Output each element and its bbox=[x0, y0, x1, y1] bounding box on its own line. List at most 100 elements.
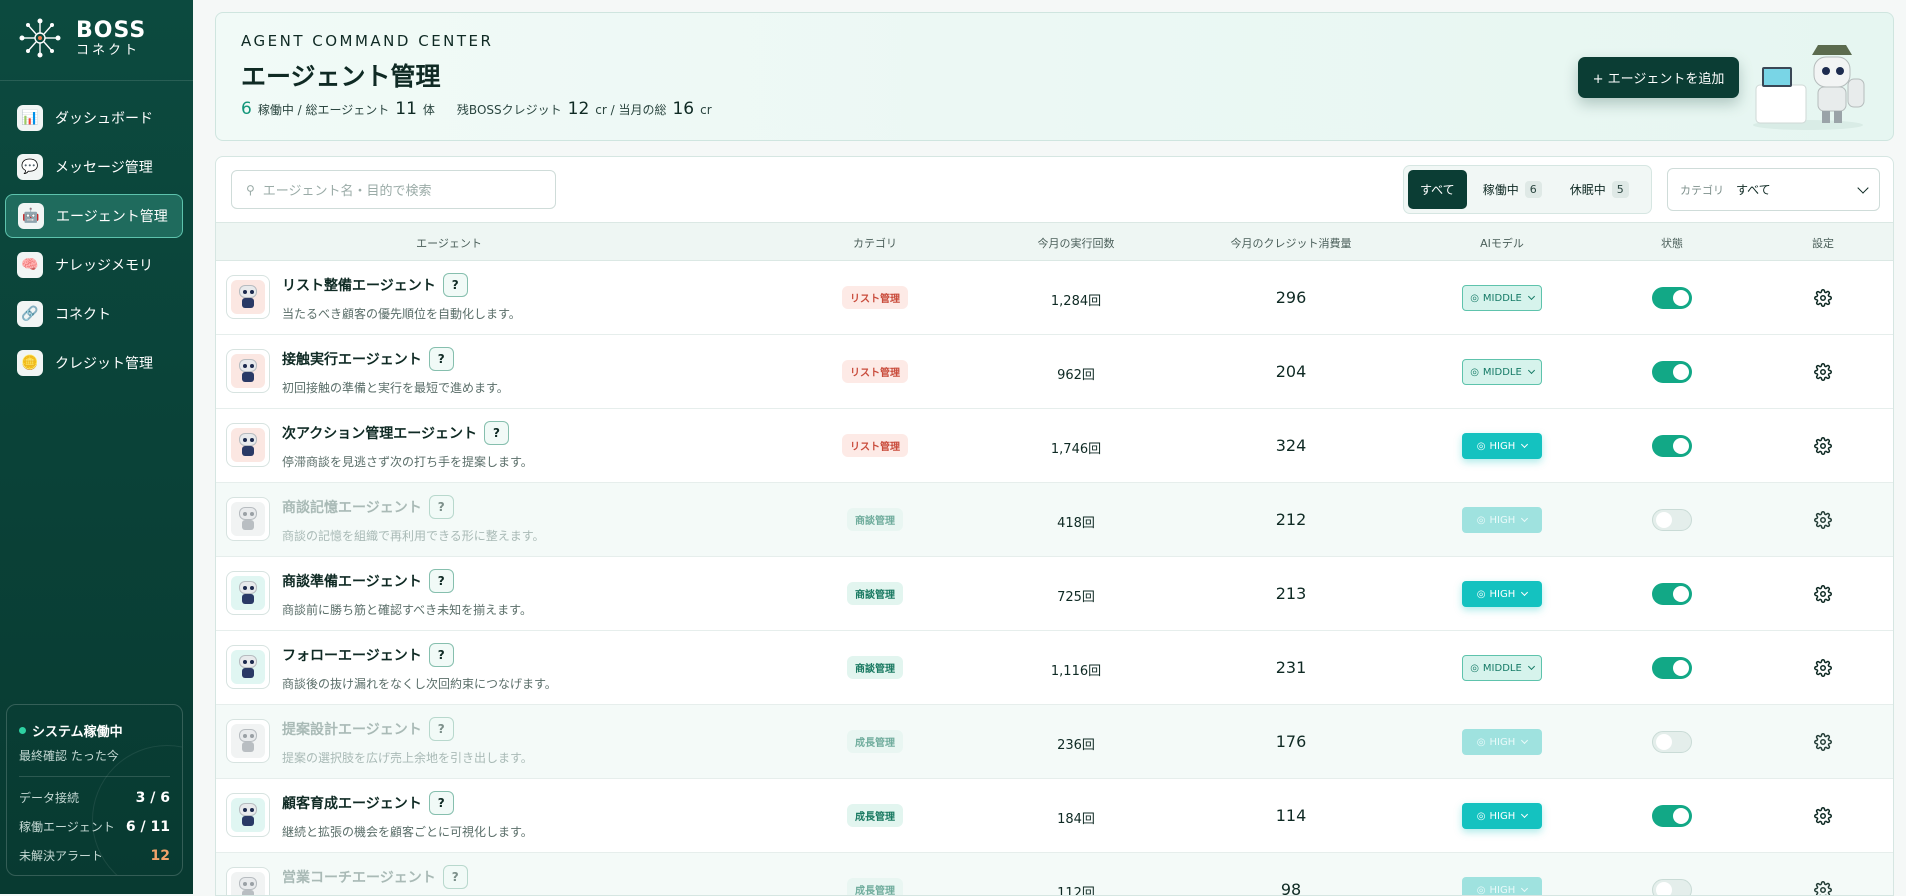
agent-summary: 6 稼働中 / 総エージェント 11 体 残BOSSクレジット 12 cr / … bbox=[241, 99, 712, 119]
column-header-model[interactable]: AIモデル bbox=[1480, 235, 1524, 251]
gear-icon[interactable] bbox=[1814, 511, 1832, 529]
help-icon[interactable]: ? bbox=[442, 865, 468, 889]
help-icon[interactable]: ? bbox=[428, 347, 454, 371]
table-row[interactable]: リスト整備エージェント? 当たるべき顧客の優先順位を自動化します。 リスト管理 1,2… bbox=[216, 261, 1893, 335]
table-row[interactable]: 商談準備エージェント? 商談前に勝ち筋と確認すべき未知を揃えます。 商談管理 725回… bbox=[216, 557, 1893, 631]
sidebar-item-dashboard[interactable]: 📊 ダッシュボード bbox=[5, 96, 183, 140]
decoration bbox=[92, 745, 182, 875]
gear-icon[interactable] bbox=[1814, 585, 1832, 603]
help-icon[interactable]: ? bbox=[428, 495, 454, 519]
status-toggle[interactable] bbox=[1652, 287, 1692, 309]
table-row[interactable]: 顧客育成エージェント? 継続と拡張の機会を顧客ごとに可視化します。 成長管理 184回… bbox=[216, 779, 1893, 853]
help-icon[interactable]: ? bbox=[428, 643, 454, 667]
sidebar-item-knowledge[interactable]: 🧠 ナレッジメモリ bbox=[5, 243, 183, 287]
filter-dormant[interactable]: 休眠中 5 bbox=[1558, 170, 1641, 209]
ai-model-select[interactable]: ◎ HIGH bbox=[1462, 803, 1542, 829]
monthly-credits: 212 bbox=[1275, 510, 1307, 529]
ai-model-select[interactable]: ◎ HIGH bbox=[1462, 433, 1542, 459]
ai-model-select[interactable]: ◎ HIGH bbox=[1462, 729, 1542, 755]
status-title: システム稼働中 bbox=[32, 725, 123, 740]
agent-name: 次アクション管理エージェント? bbox=[282, 421, 510, 445]
gear-icon[interactable] bbox=[1814, 659, 1832, 677]
agent-avatar bbox=[226, 497, 270, 541]
robot-icon bbox=[238, 729, 258, 753]
ai-model-select[interactable]: ◎ HIGH bbox=[1462, 581, 1542, 607]
status-toggle[interactable] bbox=[1652, 435, 1692, 457]
ai-model-value: HIGH bbox=[1489, 514, 1516, 526]
agent-name: フォローエージェント? bbox=[282, 643, 454, 667]
agent-description: 継続と拡張の機会を顧客ごとに可視化します。 bbox=[282, 825, 533, 839]
robot-icon bbox=[238, 581, 258, 605]
status-toggle[interactable] bbox=[1652, 509, 1692, 531]
monthly-credits: 296 bbox=[1275, 288, 1307, 307]
ai-model-value: MIDDLE bbox=[1482, 366, 1522, 378]
column-header-settings[interactable]: 設定 bbox=[1812, 235, 1834, 251]
help-icon[interactable]: ? bbox=[428, 717, 454, 741]
sidebar-item-label: エージェント管理 bbox=[56, 209, 168, 225]
status-toggle[interactable] bbox=[1652, 657, 1692, 679]
table-row[interactable]: 提案設計エージェント? 提案の選択肢を広げ売上余地を引き出します。 成長管理 236回… bbox=[216, 705, 1893, 779]
agent-name: 接触実行エージェント? bbox=[282, 347, 454, 371]
monthly-runs: 184回 bbox=[1057, 812, 1095, 827]
search-input[interactable]: ⚲ エージェント名・目的で検索 bbox=[231, 170, 556, 209]
sidebar-item-agents[interactable]: 🤖 エージェント管理 bbox=[5, 194, 183, 238]
status-toggle[interactable] bbox=[1652, 879, 1692, 895]
ai-model-value: HIGH bbox=[1489, 588, 1516, 600]
ai-model-select[interactable]: ◎ HIGH bbox=[1462, 507, 1542, 533]
category-tag: 成長管理 bbox=[847, 804, 903, 827]
sidebar-item-credits[interactable]: 🪙 クレジット管理 bbox=[5, 341, 183, 385]
table-row[interactable]: 営業コーチエージェント? 成長管理 112回 98 ◎ HIGH bbox=[216, 853, 1893, 895]
ai-model-select[interactable]: ◎ MIDDLE bbox=[1462, 655, 1542, 681]
ai-model-select[interactable]: ◎ MIDDLE bbox=[1462, 359, 1542, 385]
status-row-label: データ接続 bbox=[19, 791, 80, 805]
ai-model-value: HIGH bbox=[1489, 440, 1516, 452]
ai-model-value: HIGH bbox=[1489, 736, 1516, 748]
filter-all[interactable]: すべて bbox=[1408, 170, 1467, 209]
category-select[interactable]: カテゴリ すべて bbox=[1667, 168, 1880, 211]
brand[interactable]: BOSS コネクト bbox=[18, 16, 146, 60]
sidebar-item-label: コネクト bbox=[55, 307, 111, 323]
column-header-agent[interactable]: エージェント bbox=[416, 235, 482, 251]
help-icon[interactable]: ? bbox=[428, 569, 454, 593]
column-header-category[interactable]: カテゴリ bbox=[853, 235, 897, 251]
category-tag: 成長管理 bbox=[847, 878, 903, 895]
add-agent-button[interactable]: + エージェントを追加 bbox=[1578, 57, 1739, 98]
gear-icon[interactable] bbox=[1814, 733, 1832, 751]
status-toggle[interactable] bbox=[1652, 583, 1692, 605]
credit-unit: cr / 当月の総 bbox=[595, 103, 667, 117]
gear-icon[interactable] bbox=[1814, 807, 1832, 825]
ai-icon: ◎ bbox=[1476, 810, 1486, 822]
page-eyebrow: AGENT COMMAND CENTER bbox=[241, 32, 494, 50]
gear-icon[interactable] bbox=[1814, 289, 1832, 307]
monthly-runs: 236回 bbox=[1057, 738, 1095, 753]
column-header-status[interactable]: 状態 bbox=[1661, 235, 1683, 251]
gear-icon[interactable] bbox=[1814, 437, 1832, 455]
filter-count-badge: 6 bbox=[1524, 181, 1542, 198]
sidebar-item-connect[interactable]: 🔗 コネクト bbox=[5, 292, 183, 336]
table-row[interactable]: フォローエージェント? 商談後の抜け漏れをなくし次回約束につなげます。 商談管理 1,… bbox=[216, 631, 1893, 705]
ai-icon: ◎ bbox=[1470, 366, 1479, 378]
status-toggle[interactable] bbox=[1652, 361, 1692, 383]
help-icon[interactable]: ? bbox=[484, 421, 510, 445]
ai-model-select[interactable]: ◎ HIGH bbox=[1462, 877, 1542, 895]
help-icon[interactable]: ? bbox=[428, 791, 454, 815]
status-toggle[interactable] bbox=[1652, 731, 1692, 753]
table-row[interactable]: 接触実行エージェント? 初回接触の準備と実行を最短で進めます。 リスト管理 962回 2… bbox=[216, 335, 1893, 409]
agent-name-text: 商談準備エージェント bbox=[282, 574, 422, 590]
brand-subtitle: コネクト bbox=[76, 42, 141, 58]
category-tag: 成長管理 bbox=[847, 730, 903, 753]
sidebar-item-messages[interactable]: 💬 メッセージ管理 bbox=[5, 145, 183, 189]
gear-icon[interactable] bbox=[1814, 363, 1832, 381]
table-row[interactable]: 商談記憶エージェント? 商談の記憶を組織で再利用できる形に整えます。 商談管理 418… bbox=[216, 483, 1893, 557]
chevron-down-icon bbox=[1521, 884, 1529, 893]
status-toggle[interactable] bbox=[1652, 805, 1692, 827]
brand-logo-icon bbox=[19, 18, 61, 58]
filter-active[interactable]: 稼働中 6 bbox=[1471, 170, 1554, 209]
table-row[interactable]: 次アクション管理エージェント? 停滞商談を見逃さず次の打ち手を提案します。 リスト管… bbox=[216, 409, 1893, 483]
ai-model-select[interactable]: ◎ MIDDLE bbox=[1462, 285, 1542, 311]
total-count: 11 bbox=[395, 99, 417, 119]
agent-description: 当たるべき顧客の優先順位を自動化します。 bbox=[282, 307, 521, 321]
column-header-runs[interactable]: 今月の実行回数 bbox=[1038, 235, 1115, 251]
help-icon[interactable]: ? bbox=[442, 273, 468, 297]
column-header-credits[interactable]: 今月のクレジット消費量 bbox=[1231, 235, 1352, 251]
